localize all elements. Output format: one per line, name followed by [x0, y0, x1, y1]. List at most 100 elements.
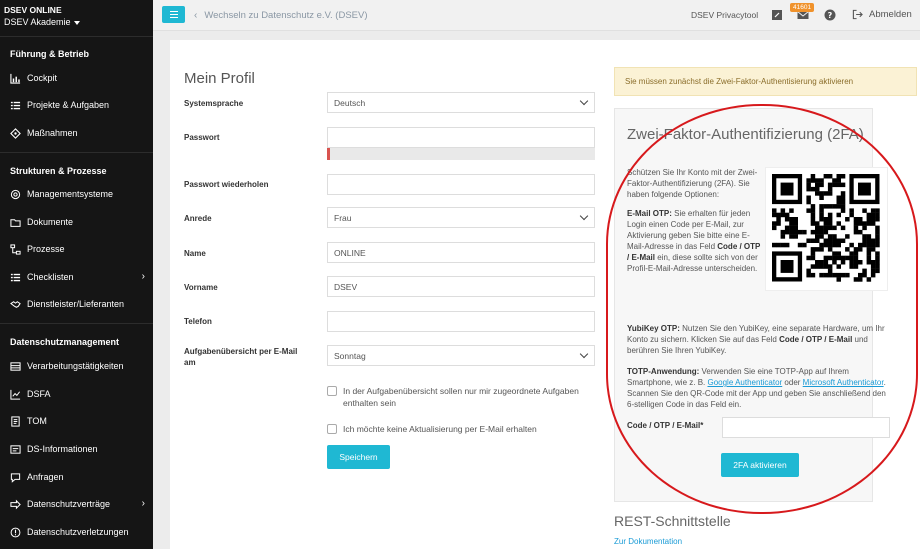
password-strength-fill: [327, 148, 330, 160]
google-authenticator-link[interactable]: Google Authenticator: [707, 378, 782, 387]
chevron-down-icon: [579, 349, 589, 359]
twofa-intro: Schützen Sie Ihr Konto mit der Zwei-Fakt…: [627, 168, 758, 199]
task-overview-label: Aufgabenübersicht per E-Mail am: [184, 347, 298, 367]
save-button[interactable]: Speichern: [327, 445, 390, 469]
sidebar-item-label: Prozesse: [27, 244, 65, 254]
qr-code-graphic: [772, 174, 880, 282]
firstname-label: Vorname: [184, 283, 218, 292]
sidebar-item-cockpit[interactable]: Cockpit: [10, 70, 145, 86]
logout-button[interactable]: Abmelden: [852, 9, 912, 20]
code-otp-email-input[interactable]: [722, 417, 890, 438]
sidebar-item-tom[interactable]: TOM: [10, 413, 145, 429]
activate-2fa-button[interactable]: 2FA aktivieren: [721, 453, 799, 477]
language-select[interactable]: Deutsch: [327, 92, 595, 113]
sidebar-item-anfragen[interactable]: Anfragen: [10, 469, 145, 485]
chevron-right-icon: ›: [141, 271, 145, 282]
sidebar-item-label: Projekte & Aufgaben: [27, 100, 110, 110]
assigned-tasks-label: In der Aufgabenübersicht sollen nur mir …: [343, 386, 579, 408]
sidebar-item-label: Checklisten: [27, 272, 74, 282]
checklist-icon: [10, 273, 21, 281]
page-title: Mein Profil: [184, 70, 255, 87]
sidebar-item-managementsysteme[interactable]: Managementsysteme: [10, 186, 145, 202]
info-card-icon: [10, 444, 21, 454]
sidebar-item-label: Anfragen: [27, 472, 64, 482]
org-switcher[interactable]: DSEV Akademie: [4, 16, 80, 28]
salutation-select[interactable]: Frau: [327, 207, 595, 228]
sidebar-divider: [0, 152, 153, 153]
name-field[interactable]: ONLINE: [327, 242, 595, 263]
switch-organization-link[interactable]: ‹ Wechseln zu Datenschutz e.V. (DSEV): [194, 10, 368, 21]
org-switcher-label: DSEV Akademie: [4, 17, 71, 27]
password-strength-bar: [327, 148, 595, 160]
no-updates-label: Ich möchte keine Aktualisierung per E-Ma…: [343, 424, 537, 434]
section-strukturen: Strukturen & Prozesse: [10, 166, 107, 176]
org-title: DSEV ONLINE: [4, 5, 62, 15]
assigned-tasks-checkbox[interactable]: [327, 386, 337, 396]
task-overview-select[interactable]: Sonntag: [327, 345, 595, 366]
sidebar-item-projekte[interactable]: Projekte & Aufgaben: [10, 97, 145, 113]
sidebar-item-verletzungen[interactable]: Datenschutzverletzungen: [10, 524, 145, 540]
help-icon[interactable]: ?: [823, 8, 837, 22]
sidebar-item-label: Dienstleister/Lieferanten: [27, 299, 125, 309]
name-label: Name: [184, 249, 206, 258]
edit-icon[interactable]: [770, 8, 784, 22]
chevron-left-icon: ‹: [194, 10, 198, 21]
sidebar-item-dienstleister[interactable]: Dienstleister/Lieferanten: [10, 296, 145, 312]
document-icon: [11, 415, 20, 427]
menu-toggle-button[interactable]: [162, 6, 185, 23]
mail-count-badge: 41601: [790, 3, 815, 12]
phone-label: Telefon: [184, 317, 212, 326]
handshake-icon: [10, 300, 21, 308]
password-repeat-field[interactable]: [327, 174, 595, 195]
main-panel: Mein Profil Systemsprache Deutsch Passwo…: [170, 40, 920, 549]
no-updates-checkbox-row[interactable]: Ich möchte keine Aktualisierung per E-Ma…: [327, 423, 597, 435]
twofa-title: Zwei-Faktor-Authentifizierung (2FA): [627, 126, 864, 143]
sidebar-item-dokumente[interactable]: Dokumente: [10, 214, 145, 230]
sidebar-item-label: Datenschutzverträge: [27, 499, 111, 509]
sidebar-item-vertraege[interactable]: Datenschutzverträge ›: [10, 496, 145, 512]
microsoft-authenticator-link[interactable]: Microsoft Authenticator: [803, 378, 884, 387]
code-label: Code / OTP / E-Mail*: [627, 421, 704, 430]
password-field[interactable]: [327, 127, 595, 148]
sidebar-item-massnahmen[interactable]: Maßnahmen: [10, 125, 145, 141]
alert-circle-icon: [10, 527, 21, 537]
diamond-icon: [10, 127, 21, 139]
sidebar-item-prozesse[interactable]: Prozesse: [10, 241, 145, 257]
org-chart-icon: [10, 189, 21, 199]
twofa-description: Schützen Sie Ihr Konto mit der Zwei-Fakt…: [627, 167, 761, 274]
totp-text-or: oder: [782, 378, 803, 387]
assigned-tasks-checkbox-row[interactable]: In der Aufgabenübersicht sollen nur mir …: [327, 385, 597, 409]
firstname-field[interactable]: DSEV: [327, 276, 595, 297]
table-icon: [10, 361, 21, 371]
no-updates-checkbox[interactable]: [327, 424, 337, 434]
privacy-tool-link[interactable]: DSEV Privacytool: [691, 10, 758, 20]
sidebar-item-label: Datenschutzverletzungen: [27, 527, 129, 537]
sidebar-item-label: Managementsysteme: [27, 189, 114, 199]
chevron-right-icon: ›: [141, 498, 145, 509]
sidebar-item-checklisten[interactable]: Checklisten ›: [10, 269, 145, 285]
password-repeat-label: Passwort wiederholen: [184, 180, 269, 189]
email-otp-paragraph: E-Mail OTP: Sie erhalten für jeden Login…: [627, 208, 761, 274]
chevron-down-icon: [579, 211, 589, 221]
sidebar: DSEV ONLINE DSEV Akademie Führung & Betr…: [0, 0, 153, 549]
sidebar-item-label: DS-Informationen: [27, 444, 98, 454]
sidebar-item-verarbeitung[interactable]: Verarbeitungstätigkeiten: [10, 358, 145, 374]
email-otp-label: E-Mail OTP:: [627, 209, 672, 218]
list-icon: [10, 101, 21, 109]
sidebar-divider: [0, 36, 153, 37]
flow-icon: [10, 243, 21, 255]
twofa-required-alert: Sie müssen zunächst die Zwei-Faktor-Auth…: [614, 67, 917, 96]
yubikey-label: YubiKey OTP:: [627, 324, 680, 333]
yubikey-field-ref: Code / OTP / E-Mail: [779, 335, 853, 344]
sidebar-item-label: DSFA: [27, 389, 51, 399]
sidebar-item-dsinfo[interactable]: DS-Informationen: [10, 441, 145, 457]
salutation-label: Anrede: [184, 214, 212, 223]
sidebar-item-dsfa[interactable]: DSFA: [10, 386, 145, 402]
folder-icon: [10, 218, 21, 227]
documentation-link[interactable]: Zur Dokumentation: [614, 537, 682, 546]
totp-label: TOTP-Anwendung:: [627, 367, 700, 376]
task-overview-value: Sonntag: [334, 350, 366, 361]
sidebar-item-label: Dokumente: [27, 217, 74, 227]
sidebar-item-label: Verarbeitungstätigkeiten: [27, 361, 124, 371]
phone-field[interactable]: [327, 311, 595, 332]
